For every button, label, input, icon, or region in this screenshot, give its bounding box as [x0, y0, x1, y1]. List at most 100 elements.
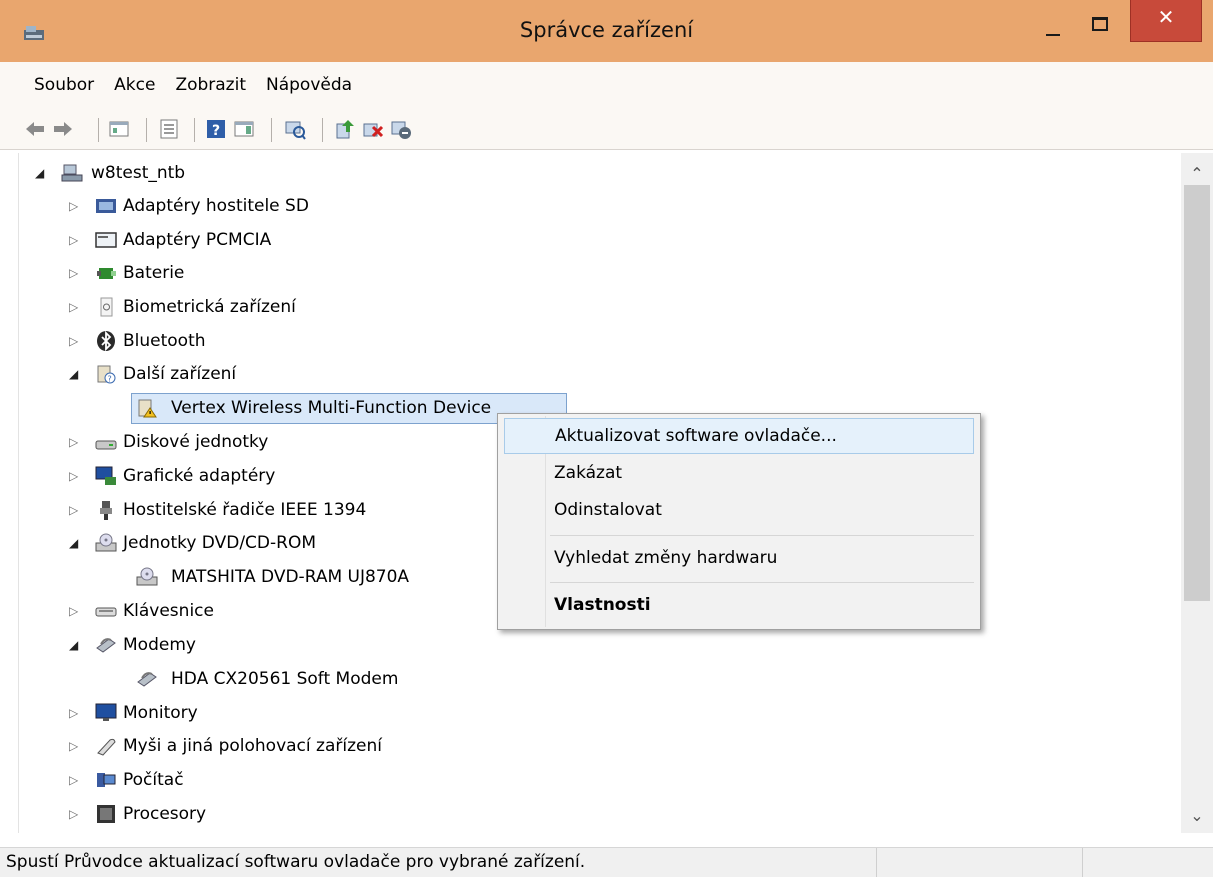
pcmcia-adapter-icon	[95, 232, 117, 248]
status-divider	[1082, 848, 1083, 877]
processor-icon	[97, 805, 115, 823]
svg-text:?: ?	[212, 123, 220, 139]
tree-item[interactable]: ▷ Bluetooth	[19, 325, 419, 357]
toolbar: ?	[0, 110, 1213, 150]
menu-item-uninstall[interactable]: Odinstalovat	[504, 493, 974, 529]
toolbar-separator	[322, 118, 323, 142]
tree-item[interactable]: MATSHITA DVD-RAM UJ870A	[19, 561, 499, 593]
tree-item[interactable]: ▷ Počítač	[19, 764, 419, 796]
dvd-drive-icon	[136, 567, 158, 586]
tree-item[interactable]: ◢ ? Další zařízení	[19, 358, 419, 390]
back-arrow-icon[interactable]	[24, 118, 46, 140]
expand-arrow-icon[interactable]: ▷	[69, 697, 83, 729]
scrollbar-thumb[interactable]	[1184, 185, 1210, 601]
biometric-icon	[100, 297, 113, 317]
bluetooth-icon	[97, 331, 115, 351]
expand-arrow-icon[interactable]: ▷	[69, 291, 83, 323]
dvd-drive-icon	[95, 533, 117, 552]
window-title: Správce zařízení	[519, 18, 694, 42]
expand-arrow-icon[interactable]: ▷	[69, 325, 83, 357]
menu-action[interactable]: Akce	[104, 62, 165, 110]
properties-icon[interactable]	[158, 118, 180, 140]
tree-item-label: Baterie	[123, 263, 185, 283]
menu-item-properties[interactable]: Vlastnosti	[504, 588, 974, 624]
disk-drive-icon	[95, 440, 117, 450]
toolbar-separator	[146, 118, 147, 142]
menu-item-update-driver[interactable]: Aktualizovat software ovladače...	[504, 418, 974, 454]
tree-item[interactable]: ▷ Monitory	[19, 697, 419, 729]
other-devices-icon: ?	[97, 365, 116, 384]
expand-arrow-icon[interactable]: ▷	[69, 494, 83, 526]
scan-hardware-icon[interactable]	[284, 118, 306, 140]
tree-item-label: Procesory	[123, 804, 207, 824]
tree-item-label: Jednotky DVD/CD-ROM	[123, 533, 317, 553]
tree-item[interactable]: ◢ Jednotky DVD/CD-ROM	[19, 527, 419, 559]
tree-item[interactable]: ▷ Hostitelské řadiče IEEE 1394	[19, 494, 419, 526]
tree-item-label: Monitory	[123, 703, 198, 723]
keyboard-icon	[95, 607, 117, 617]
tree-item[interactable]: ▷ Procesory	[19, 798, 419, 830]
tree-item[interactable]: ▷ Klávesnice	[19, 595, 419, 627]
menu-view[interactable]: Zobrazit	[165, 62, 256, 110]
tree-item[interactable]: ▷ Baterie	[19, 257, 419, 289]
console-tree-icon[interactable]	[108, 118, 130, 140]
tree-item[interactable]: ▷ Biometrická zařízení	[19, 291, 419, 323]
tree-item[interactable]: HDA CX20561 Soft Modem	[19, 663, 499, 695]
tree-item-selected[interactable]: Vertex Wireless Multi-Function Device	[19, 392, 579, 424]
expand-arrow-icon[interactable]: ▷	[69, 224, 83, 256]
collapse-arrow-icon[interactable]: ◢	[35, 157, 49, 189]
tree-item[interactable]: ▷ Diskové jednotky	[19, 426, 419, 458]
svg-text:?: ?	[108, 375, 112, 384]
expand-arrow-icon[interactable]: ▷	[69, 257, 83, 289]
tree-item[interactable]: ◢ Modemy	[19, 629, 419, 661]
ieee1394-icon	[100, 501, 112, 520]
tree-root[interactable]: ◢ w8test_ntb	[19, 157, 319, 189]
computer-root-icon	[61, 164, 83, 182]
tree-item[interactable]: ▷ Grafické adaptéry	[19, 460, 419, 492]
vertical-scrollbar[interactable]: ⌃ ⌄	[1181, 153, 1213, 833]
close-button[interactable]: ✕	[1130, 0, 1202, 42]
menu-separator	[550, 535, 974, 536]
menu-item-disable[interactable]: Zakázat	[504, 456, 974, 492]
menu-item-scan-hardware[interactable]: Vyhledat změny hardwaru	[504, 541, 974, 577]
disable-device-icon[interactable]	[390, 118, 412, 140]
tree-item-label: Vertex Wireless Multi-Function Device	[171, 398, 492, 418]
expand-arrow-icon[interactable]: ▷	[69, 764, 83, 796]
collapse-arrow-icon[interactable]: ◢	[69, 527, 83, 559]
mouse-icon	[97, 738, 116, 756]
scroll-down-icon[interactable]: ⌄	[1181, 801, 1213, 831]
tree-item[interactable]: ▷ Adaptéry hostitele SD	[19, 190, 419, 222]
expand-arrow-icon[interactable]: ▷	[69, 190, 83, 222]
tree-item[interactable]: ▷ Myši a jiná polohovací zařízení	[19, 730, 479, 762]
expand-arrow-icon[interactable]: ▷	[69, 426, 83, 458]
update-driver-icon[interactable]	[334, 118, 356, 140]
tree-item[interactable]: ▷ Adaptéry PCMCIA	[19, 224, 419, 256]
modem-icon	[96, 638, 116, 653]
expand-arrow-icon[interactable]: ▷	[69, 595, 83, 627]
menu-help[interactable]: Nápověda	[256, 62, 362, 110]
action-pane-icon[interactable]	[233, 118, 255, 140]
uninstall-device-icon[interactable]	[362, 118, 384, 140]
maximize-button[interactable]	[1084, 0, 1118, 44]
tree-item-label: Bluetooth	[123, 331, 206, 351]
tree-item-label: Počítač	[123, 770, 184, 790]
help-icon[interactable]: ?	[205, 118, 227, 140]
computer-icon	[97, 773, 116, 787]
tree-item-label: Grafické adaptéry	[123, 466, 276, 486]
tree-item-label: Adaptéry PCMCIA	[123, 230, 272, 250]
tree-item-label: Klávesnice	[123, 601, 214, 621]
expand-arrow-icon[interactable]: ▷	[69, 460, 83, 492]
tree-item-label: Myši a jiná polohovací zařízení	[123, 736, 382, 756]
title-bar[interactable]: Správce zařízení ✕	[0, 0, 1213, 62]
expand-arrow-icon[interactable]: ▷	[69, 798, 83, 830]
tree-item-label: HDA CX20561 Soft Modem	[171, 669, 399, 689]
maximize-icon	[1092, 17, 1108, 31]
collapse-arrow-icon[interactable]: ◢	[69, 358, 83, 390]
minimize-button[interactable]	[1037, 0, 1071, 44]
forward-arrow-icon[interactable]	[52, 118, 74, 140]
collapse-arrow-icon[interactable]: ◢	[69, 629, 83, 661]
expand-arrow-icon[interactable]: ▷	[69, 730, 83, 762]
menu-file[interactable]: Soubor	[24, 62, 104, 110]
tree-item-label: Modemy	[123, 635, 196, 655]
display-adapter-icon	[95, 466, 116, 485]
